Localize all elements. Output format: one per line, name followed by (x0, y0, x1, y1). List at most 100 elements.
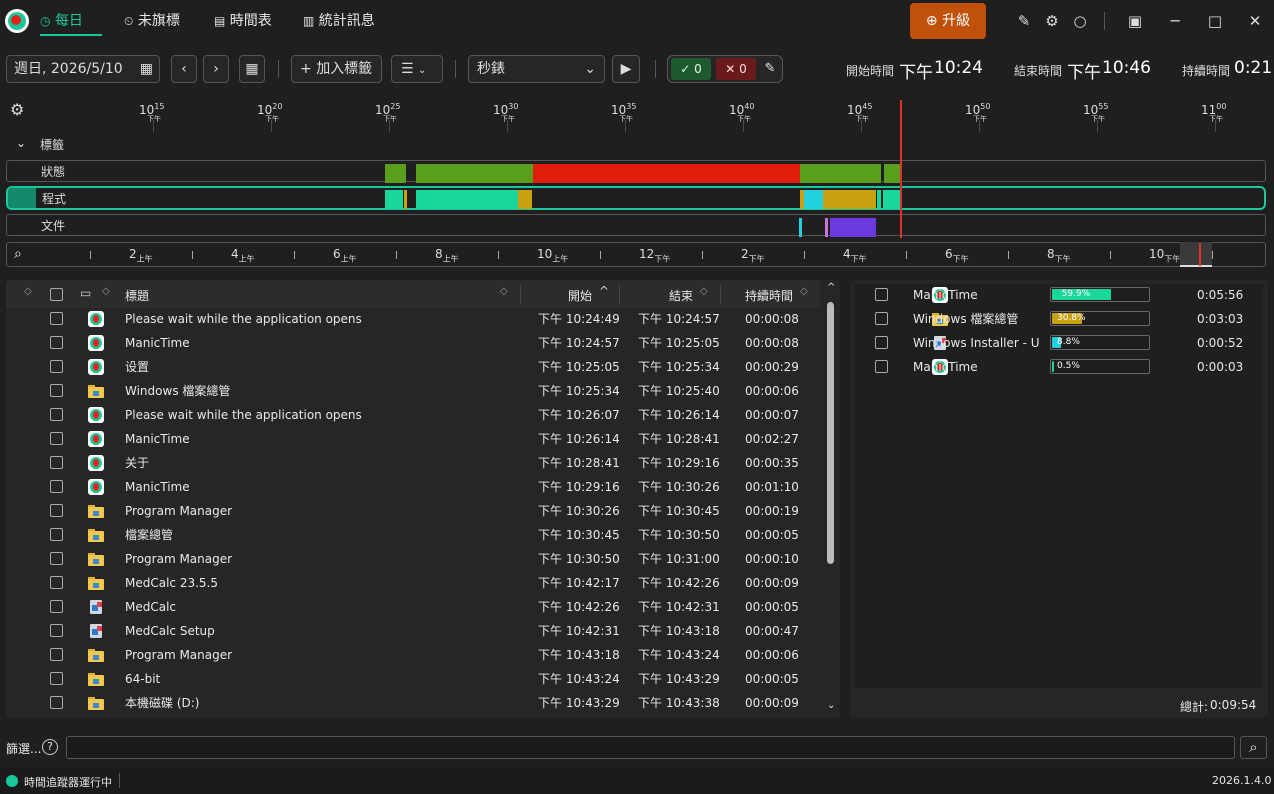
column-header-title[interactable]: 標題 (125, 287, 149, 304)
table-row[interactable]: Please wait while the application opens 下… (6, 307, 820, 331)
column-header-start[interactable]: 開始 (568, 287, 592, 304)
help-icon[interactable]: ? (42, 739, 58, 755)
row-checkbox[interactable] (50, 672, 63, 685)
document-segment[interactable] (825, 218, 828, 237)
filter-search-button[interactable]: ⌕ (1240, 736, 1267, 759)
app-segment[interactable] (804, 190, 823, 209)
scroll-up-icon[interactable]: ^ (827, 282, 835, 293)
table-row[interactable]: MedCalc Setup 下午 10:42:31 下午 10:43:18 00:00… (6, 619, 820, 643)
table-row[interactable]: Program Manager 下午 10:43:18 下午 10:43:24 00:… (6, 643, 820, 667)
app-segment[interactable] (877, 190, 881, 209)
edit-pencil-icon[interactable]: ✎ (760, 58, 780, 80)
column-header-end[interactable]: 結束 (669, 287, 693, 304)
document-segment[interactable] (799, 218, 802, 237)
upgrade-button[interactable]: ⊕ 升級 (910, 3, 986, 39)
table-row[interactable]: ManicTime 下午 10:26:14 下午 10:28:41 00:02:27 (6, 427, 820, 451)
maximize-icon[interactable]: □ (1204, 10, 1226, 32)
row-checkbox[interactable] (50, 600, 63, 613)
status-segment[interactable] (884, 164, 901, 183)
summary-row[interactable]: Windows 檔案總管 30.8% 0:03:03 (850, 307, 1268, 331)
status-segment[interactable] (416, 164, 533, 183)
summary-checkbox[interactable] (875, 360, 888, 373)
row-checkbox[interactable] (50, 648, 63, 661)
row-checkbox[interactable] (50, 432, 63, 445)
table-row[interactable]: 檔案總管 下午 10:30:45 下午 10:30:50 00:00:05 (6, 523, 820, 547)
status-segment[interactable] (800, 164, 881, 183)
timeline-row-documents[interactable]: 文件 (6, 214, 1266, 237)
accepted-count-button[interactable]: ✓ 0 (671, 58, 711, 80)
sort-icon[interactable]: ◇ (102, 286, 110, 297)
tab-daily[interactable]: ◷ 每日 (40, 8, 102, 36)
table-scrollbar[interactable]: ^ ⌄ (822, 280, 840, 718)
play-button[interactable]: ▶ (612, 55, 640, 83)
row-checkbox[interactable] (50, 552, 63, 565)
collapse-chevron-icon[interactable]: ⌄ (16, 136, 26, 150)
scroll-down-icon[interactable]: ⌄ (827, 700, 835, 711)
select-all-checkbox[interactable] (50, 288, 63, 301)
table-row[interactable]: 设置 下午 10:25:05 下午 10:25:34 00:00:29 (6, 355, 820, 379)
table-row[interactable]: Program Manager 下午 10:30:50 下午 10:31:00 00:… (6, 547, 820, 571)
summary-checkbox[interactable] (875, 312, 888, 325)
rejected-count-button[interactable]: ✕ 0 (716, 58, 756, 80)
summary-checkbox[interactable] (875, 336, 888, 349)
search-icon[interactable]: ⌕ (14, 246, 22, 262)
minimize-icon[interactable]: ─ (1164, 10, 1186, 32)
sort-icon[interactable]: ◇ (800, 286, 808, 297)
summary-row[interactable]: Windows Installer - Un 8.8% 0:00:52 (850, 331, 1268, 355)
table-row[interactable]: MedCalc 下午 10:42:26 下午 10:42:31 00:00:05 (6, 595, 820, 619)
compact-view-icon[interactable]: ▣ (1124, 10, 1146, 32)
row-checkbox[interactable] (50, 384, 63, 397)
tab-timesheet[interactable]: ▤ 時間表 (214, 8, 272, 36)
status-segment[interactable] (533, 164, 800, 183)
document-segment[interactable] (830, 218, 876, 237)
plugin-icon[interactable]: ✎ (1013, 10, 1035, 32)
mode-select[interactable]: 秒錶 ⌄ (468, 55, 605, 83)
row-checkbox[interactable] (50, 696, 63, 709)
row-checkbox[interactable] (50, 408, 63, 421)
list-menu-button[interactable]: ☰ ⌄ (391, 55, 443, 83)
table-row[interactable]: Windows 檔案總管 下午 10:25:34 下午 10:25:40 00:00:… (6, 379, 820, 403)
add-tag-button[interactable]: + 加入標籤 (291, 55, 382, 83)
app-segment[interactable] (404, 190, 407, 209)
row-checkbox[interactable] (50, 528, 63, 541)
today-button[interactable]: ▦ (239, 55, 265, 83)
date-picker[interactable]: 週日, 2026/5/10 ▦ (6, 55, 160, 83)
timeline-row-status[interactable]: 狀態 (6, 160, 1266, 183)
table-row[interactable]: ManicTime 下午 10:29:16 下午 10:30:26 00:01:10 (6, 475, 820, 499)
summary-row[interactable]: ManicTime 0.5% 0:00:03 (850, 355, 1268, 379)
status-segment[interactable] (385, 164, 406, 183)
gear-icon[interactable]: ⚙ (1041, 10, 1063, 32)
table-row[interactable]: 64-bit 下午 10:43:24 下午 10:43:29 00:00:05 (6, 667, 820, 691)
app-segment[interactable] (385, 190, 403, 209)
close-icon[interactable]: ✕ (1244, 10, 1266, 32)
sort-icon[interactable]: ◇ (24, 286, 32, 297)
row-checkbox[interactable] (50, 504, 63, 517)
column-header-duration[interactable]: 持續時間 (745, 287, 793, 304)
sort-ascending-icon[interactable]: ^ (599, 284, 609, 298)
row-checkbox[interactable] (50, 360, 63, 373)
table-row[interactable]: ManicTime 下午 10:24:57 下午 10:25:05 00:00:08 (6, 331, 820, 355)
timeline-row-tags[interactable]: ⌄ 標籤 (6, 134, 1266, 156)
tab-statistics[interactable]: ▥ 統計訊息 (303, 8, 375, 36)
prev-day-button[interactable]: ‹ (171, 55, 197, 83)
table-row[interactable]: MedCalc 23.5.5 下午 10:42:17 下午 10:42:26 00:0… (6, 571, 820, 595)
row-checkbox[interactable] (50, 312, 63, 325)
sort-icon[interactable]: ◇ (500, 286, 508, 297)
table-row[interactable]: 关于 下午 10:28:41 下午 10:29:16 00:00:35 (6, 451, 820, 475)
tab-untagged[interactable]: ⏲ 未旗標 (124, 8, 180, 36)
sort-icon[interactable]: ◇ (700, 286, 708, 297)
overview-viewport[interactable] (1180, 242, 1212, 267)
filter-input[interactable] (66, 736, 1235, 759)
info-icon[interactable]: ○ (1069, 10, 1091, 32)
row-checkbox[interactable] (50, 480, 63, 493)
overview-ruler[interactable]: ⌕ 2上午 4上午 6上午 8上午 10上午 12下午 2下午 4下午 6下午 8下午 10下午 (6, 242, 1266, 267)
row-checkbox[interactable] (50, 456, 63, 469)
scrollbar-thumb[interactable] (827, 302, 834, 564)
timeline-row-apps[interactable]: 程式 (6, 186, 1266, 210)
app-column-icon[interactable]: ▭ (80, 286, 91, 300)
timeline-settings-icon[interactable]: ⚙ (10, 100, 24, 119)
next-day-button[interactable]: › (203, 55, 229, 83)
row-checkbox[interactable] (50, 576, 63, 589)
row-checkbox[interactable] (50, 624, 63, 637)
row-checkbox[interactable] (50, 336, 63, 349)
